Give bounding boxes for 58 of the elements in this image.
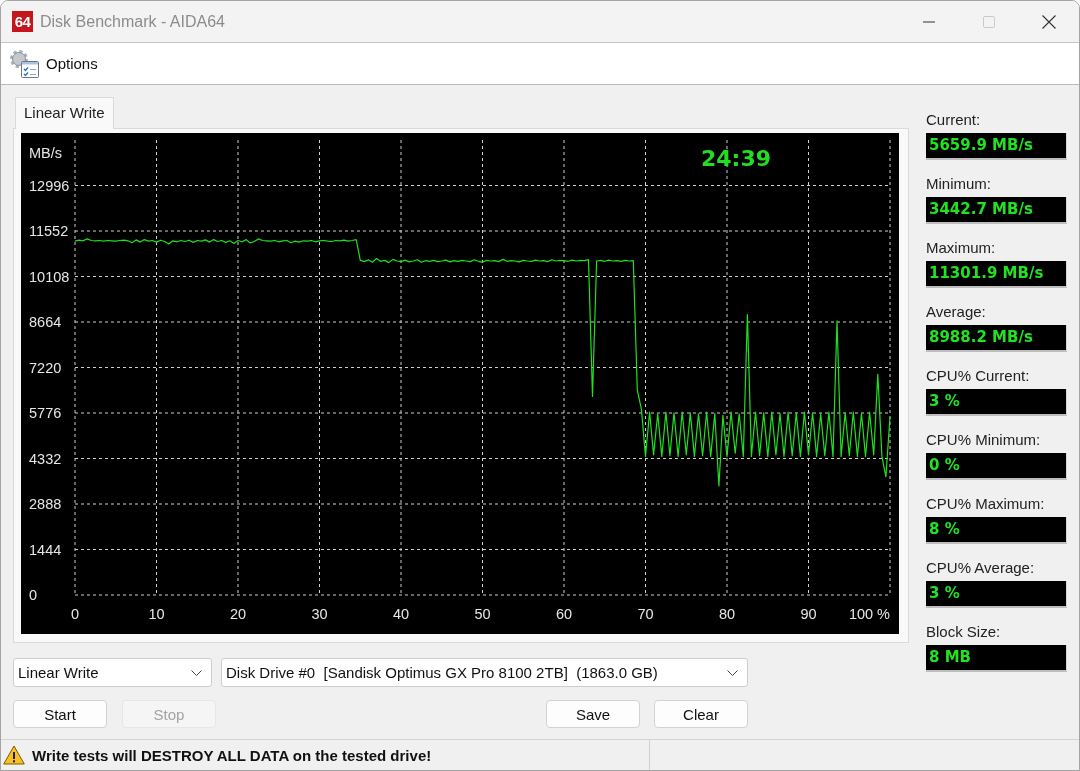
y-axis-title: MB/s [29, 145, 63, 161]
y-axis-label: 5776 [29, 405, 62, 421]
readout-label: Average: [926, 303, 986, 321]
y-axis-label: 12996 [29, 177, 70, 194]
options-menu[interactable]: Options [10, 49, 98, 78]
drive-dropdown[interactable]: Disk Drive #0 [Sandisk Optimus GX Pro 8100 2TB] (1863.0 GB) [221, 658, 748, 687]
start-button[interactable]: Start [13, 700, 107, 728]
x-axis-label: 40 [392, 606, 410, 622]
readout-display: 8 % [926, 517, 1067, 544]
x-axis-label: 50 [474, 606, 491, 622]
x-axis-label: 70 [637, 606, 654, 622]
app-logo: 64 [12, 11, 33, 32]
elapsed-timer: 24:39 [701, 146, 771, 171]
y-axis-label: 4332 [29, 450, 62, 467]
x-axis-label: 80 [718, 606, 736, 622]
chevron-down-icon [191, 669, 202, 676]
x-axis-label: 20 [229, 606, 247, 622]
readout-label: CPU% Average: [926, 559, 1035, 577]
readout-label: CPU% Maximum: [926, 495, 1045, 513]
readout-display: 8 MB [926, 645, 1067, 672]
y-axis-label: 11552 [29, 223, 69, 239]
readout-label: Maximum: [926, 239, 996, 257]
y-axis-label: 10108 [29, 268, 70, 285]
x-axis-label: 60 [555, 606, 573, 622]
x-axis-label: 10 [148, 606, 165, 622]
readout-display: 3 % [926, 389, 1067, 416]
readout-label: Current: [926, 111, 981, 129]
readout-label: Block Size: [926, 623, 1001, 641]
status-message: Write tests will DESTROY ALL DATA on the tested drive! [32, 746, 432, 764]
y-axis-label: 1444 [29, 541, 62, 558]
warning-icon [3, 745, 25, 765]
readout-display: 0 % [926, 453, 1067, 480]
readout-label: CPU% Minimum: [926, 431, 1041, 449]
readout-label: Minimum: [926, 175, 991, 193]
chart-tab[interactable]: Linear Write [15, 97, 114, 129]
readout-label: CPU% Current: [926, 367, 1030, 385]
readout-display: 5659.9 MB/s [926, 133, 1067, 160]
test-type-dropdown[interactable]: Linear Write [13, 658, 212, 687]
chevron-down-icon [727, 669, 738, 676]
gear-checklist-icon [10, 49, 39, 78]
readout-display: 3 % [926, 581, 1067, 608]
x-axis-label: 90 [800, 606, 817, 622]
y-axis-label: 8664 [29, 314, 62, 330]
maximize-icon [983, 15, 995, 28]
readout-display: 11301.9 MB/s [926, 261, 1067, 288]
minimize-icon [923, 20, 935, 23]
readout-display: 3442.7 MB/s [926, 197, 1067, 224]
window-title: Disk Benchmark - AIDA64 [40, 12, 225, 31]
x-axis-label: 100 % [848, 606, 890, 622]
clear-button[interactable]: Clear [654, 700, 748, 728]
x-axis-label: 30 [311, 606, 328, 622]
y-axis-label: 2888 [29, 496, 62, 512]
save-button[interactable]: Save [546, 700, 640, 728]
y-axis-label: 0 [29, 587, 38, 603]
readout-display: 8988.2 MB/s [926, 325, 1067, 352]
close-icon [1042, 14, 1056, 29]
y-axis-label: 7220 [29, 359, 62, 376]
x-axis-label: 0 [70, 606, 80, 622]
